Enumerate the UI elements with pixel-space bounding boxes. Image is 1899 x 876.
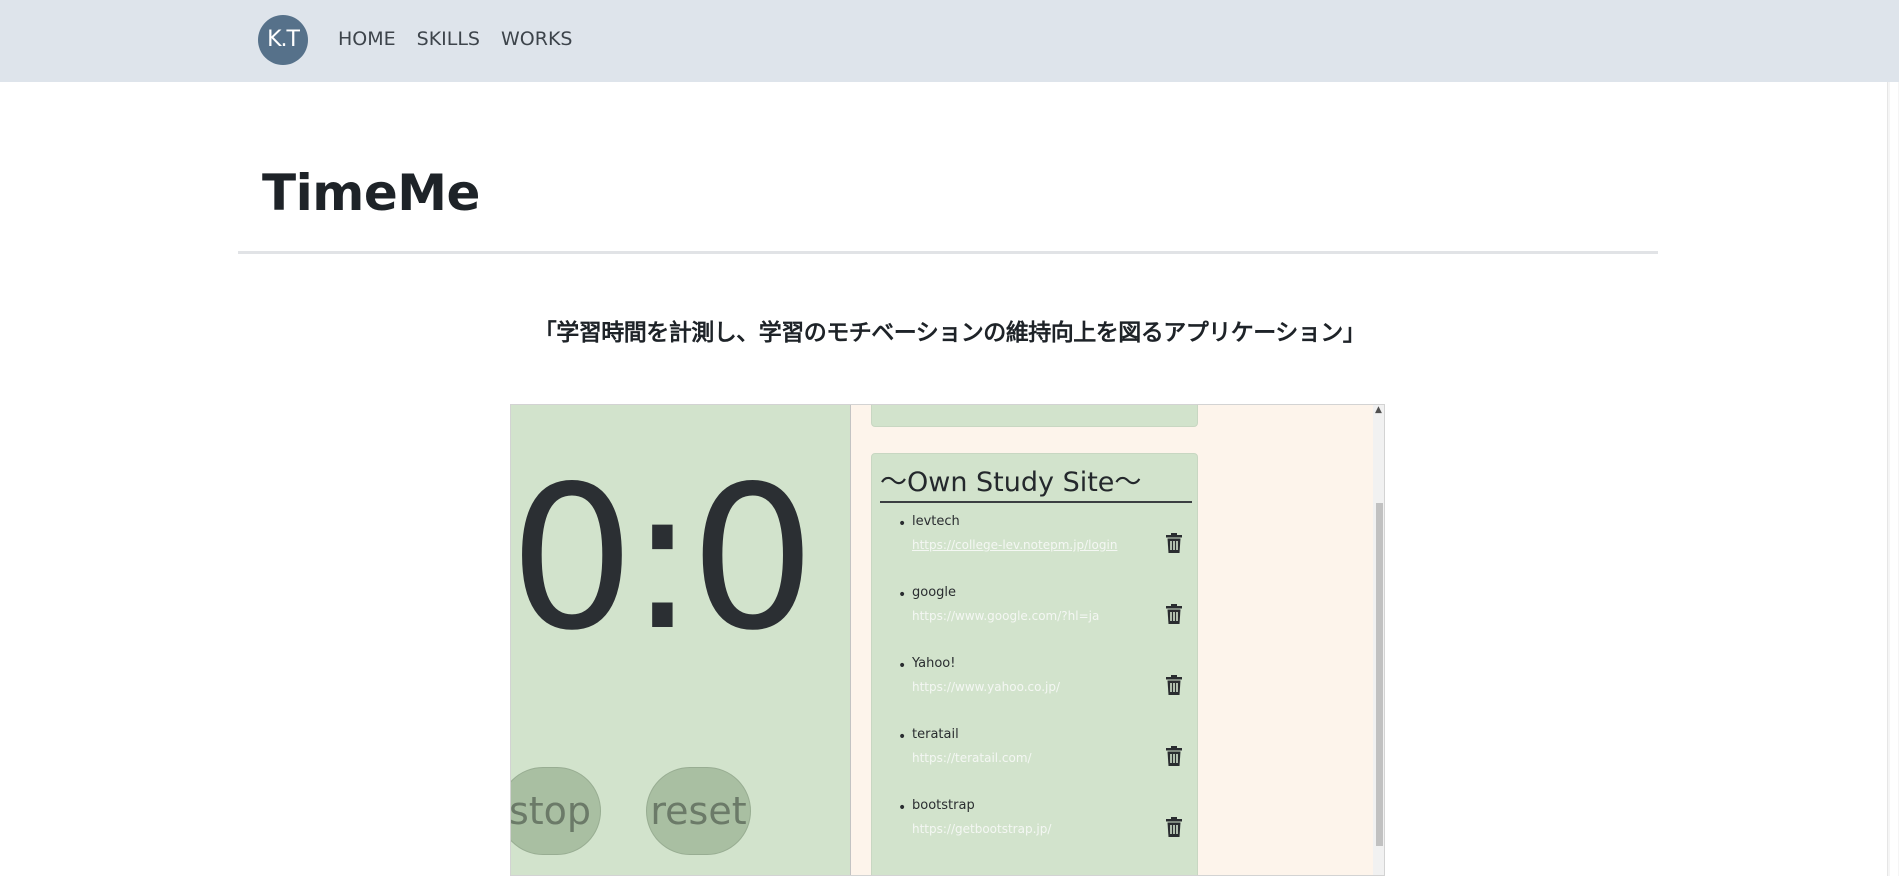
site-name: Yahoo! — [912, 656, 956, 671]
nav-links: HOME SKILLS WORKS — [338, 28, 572, 50]
bullet-icon: • — [898, 516, 907, 532]
list-item: • teratail https://teratail.com/ — [872, 725, 1199, 796]
trash-icon[interactable] — [1166, 533, 1182, 553]
page-title: TimeMe — [262, 164, 480, 222]
trash-icon[interactable] — [1166, 746, 1182, 766]
nav-link-works[interactable]: WORKS — [501, 28, 572, 50]
site-name: bootstrap — [912, 798, 975, 813]
trash-icon[interactable] — [1166, 604, 1182, 624]
site-name: teratail — [912, 727, 959, 742]
title-divider — [238, 251, 1658, 254]
logo[interactable]: K.T — [258, 15, 308, 65]
site-name: levtech — [912, 514, 960, 529]
list-item: • google https://www.google.com/?hl=ja — [872, 583, 1199, 654]
site-url[interactable]: https://college-lev.notepm.jp/login — [912, 538, 1117, 552]
study-site-title: 〜Own Study Site〜 — [880, 460, 1192, 503]
bullet-icon: • — [898, 729, 907, 745]
site-url[interactable]: https://www.google.com/?hl=ja — [912, 609, 1099, 623]
list-item: • bootstrap https://getbootstrap.jp/ — [872, 796, 1199, 867]
frame-scrollbar-thumb[interactable] — [1376, 503, 1383, 846]
page-scrollbar-thumb[interactable] — [1890, 82, 1898, 876]
previous-card — [871, 405, 1198, 427]
bullet-icon: • — [898, 587, 907, 603]
site-url[interactable]: https://teratail.com/ — [912, 751, 1032, 765]
list-item: • Yahoo! https://www.yahoo.co.jp/ — [872, 654, 1199, 725]
study-site-list: • levtech https://college-lev.notepm.jp/… — [872, 512, 1199, 867]
nav-link-skills[interactable]: SKILLS — [417, 28, 480, 50]
nav-link-home[interactable]: HOME — [338, 28, 396, 50]
stop-button[interactable]: stop — [511, 767, 601, 855]
reset-button[interactable]: reset — [646, 767, 751, 855]
frame-scrollbar[interactable]: ▲ — [1373, 405, 1384, 875]
trash-icon[interactable] — [1166, 675, 1182, 695]
study-site-card: 〜Own Study Site〜 • levtech https://colle… — [871, 453, 1199, 875]
bullet-icon: • — [898, 658, 907, 674]
site-url[interactable]: https://getbootstrap.jp/ — [912, 822, 1051, 836]
bullet-icon: • — [898, 800, 907, 816]
timer-display: 0:0 — [510, 443, 816, 674]
app-screenshot: 0:0 stop reset 〜Own Study Site〜 • levtec… — [510, 404, 1385, 876]
scroll-up-arrow-icon[interactable]: ▲ — [1375, 405, 1382, 415]
navbar: K.T HOME SKILLS WORKS — [0, 0, 1899, 82]
list-item: • levtech https://college-lev.notepm.jp/… — [872, 512, 1199, 583]
timer-panel: 0:0 stop reset — [510, 405, 851, 875]
site-url[interactable]: https://www.yahoo.co.jp/ — [912, 680, 1060, 694]
site-name: google — [912, 585, 957, 600]
page-subtitle: 「学習時間を計測し、学習のモチベーションの維持向上を図るアプリケーション」 — [533, 320, 1366, 346]
page-scrollbar[interactable] — [1887, 82, 1899, 876]
trash-icon[interactable] — [1166, 817, 1182, 837]
